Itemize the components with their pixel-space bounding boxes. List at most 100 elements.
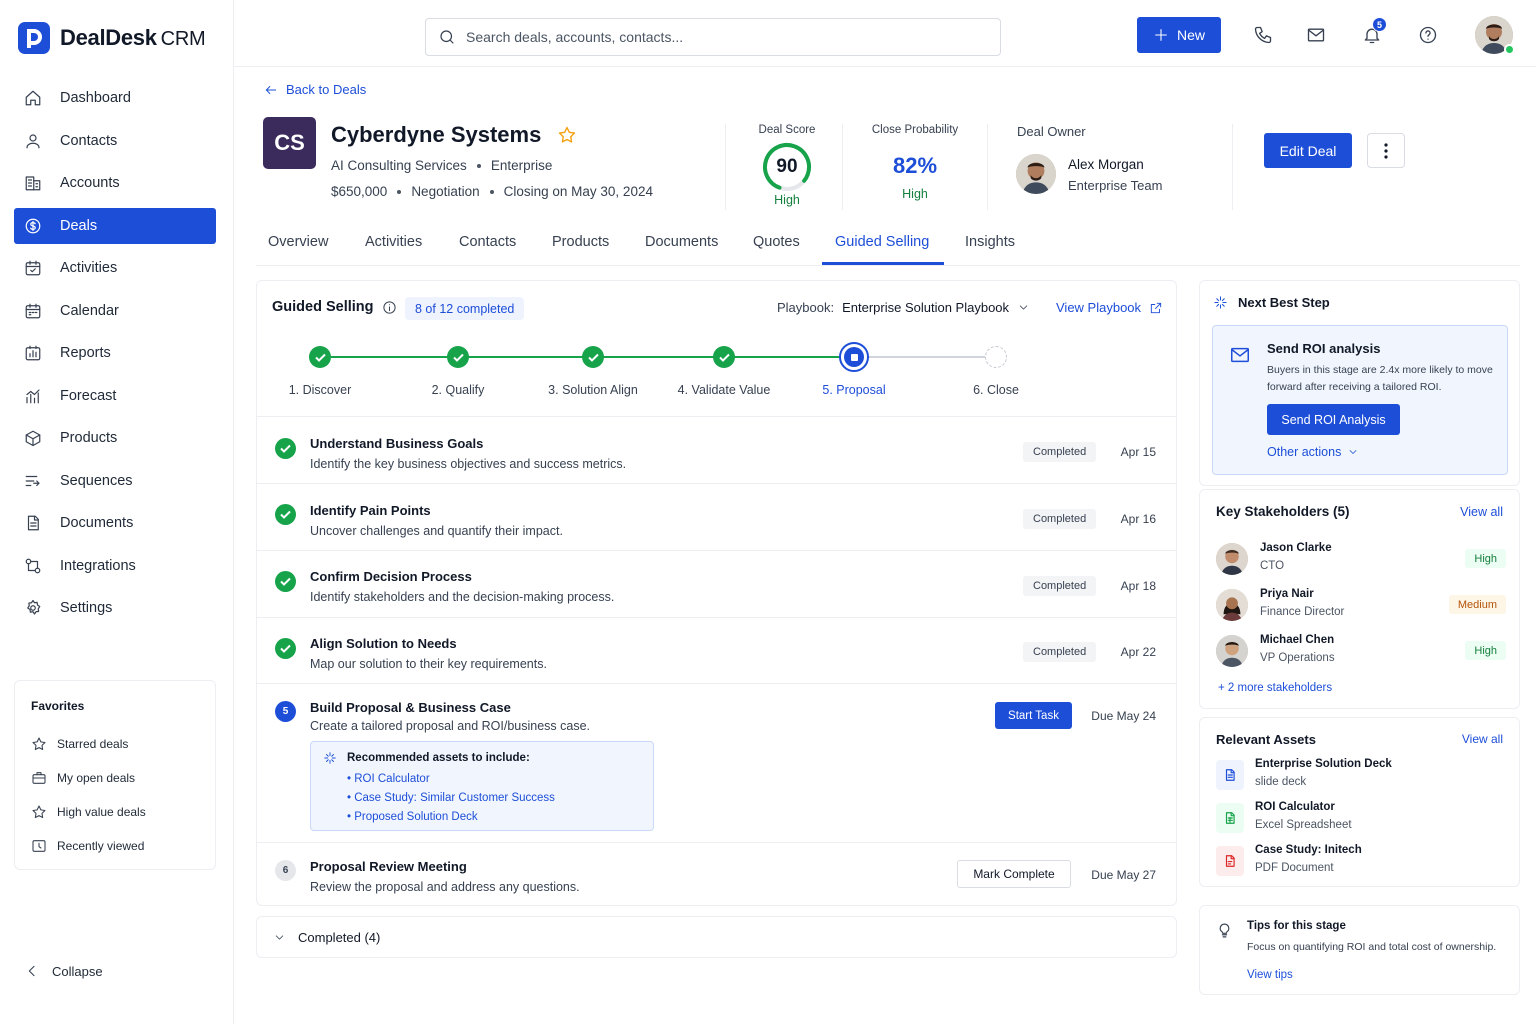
mark-complete-button[interactable]: Mark Complete: [957, 860, 1071, 888]
help-button[interactable]: [1418, 25, 1438, 45]
stakeholder-row[interactable]: Priya Nair Finance Director Medium: [1216, 585, 1506, 625]
relevant-assets-card: Relevant Assets View all Enterprise Solu…: [1199, 717, 1520, 887]
kebab-icon: [1384, 142, 1388, 159]
close-probability-label: Close Probability: [871, 124, 959, 136]
view-tips-link[interactable]: View tips: [1247, 969, 1293, 981]
task-status-badge: Completed: [1023, 509, 1097, 529]
stakeholder-influence-badge: High: [1465, 549, 1506, 568]
asset-name: ROI Calculator: [1255, 801, 1335, 813]
stage-step-qualify[interactable]: [447, 346, 469, 368]
sidebar-item-dashboard[interactable]: Dashboard: [14, 80, 216, 116]
send-roi-analysis-button[interactable]: Send ROI Analysis: [1267, 404, 1400, 435]
stakeholders-title: Key Stakeholders (5): [1216, 504, 1350, 519]
sidebar-item-label: Activities: [60, 260, 118, 276]
sidebar-item-activities[interactable]: Activities: [14, 250, 216, 286]
task-row[interactable]: Align Solution to Needs Map our solution…: [257, 617, 1176, 683]
start-task-button[interactable]: Start Task: [995, 702, 1072, 729]
sidebar-item-integrations[interactable]: Integrations: [14, 548, 216, 584]
task-title: Confirm Decision Process: [310, 569, 472, 584]
tab-products[interactable]: Products: [552, 234, 609, 250]
task-row[interactable]: Confirm Decision Process Identify stakeh…: [257, 550, 1176, 617]
task-row[interactable]: Understand Business Goals Identify the k…: [257, 416, 1176, 483]
stage-step-solution-align[interactable]: [582, 346, 604, 368]
tips-title: Tips for this stage: [1247, 920, 1346, 932]
back-to-deals-link[interactable]: Back to Deals: [264, 82, 366, 97]
tab-quotes[interactable]: Quotes: [753, 234, 800, 250]
star-icon: [32, 805, 46, 819]
stakeholder-row[interactable]: Jason Clarke CTO High: [1216, 539, 1506, 579]
tab-guided-selling[interactable]: Guided Selling: [835, 234, 929, 250]
stage-step-validate-value[interactable]: [713, 346, 735, 368]
sidebar-item-documents[interactable]: Documents: [14, 505, 216, 541]
view-playbook-link[interactable]: View Playbook: [1056, 300, 1163, 315]
search-input[interactable]: [466, 29, 966, 45]
phone-icon: [1254, 26, 1272, 44]
other-actions-label: Other actions: [1267, 445, 1342, 459]
new-button[interactable]: New: [1137, 17, 1221, 53]
info-icon[interactable]: [382, 300, 397, 315]
sidebar-item-forecast[interactable]: Forecast: [14, 378, 216, 414]
brand-suffix: CRM: [160, 28, 206, 50]
stage-step-proposal[interactable]: [839, 342, 869, 372]
stage-step-close[interactable]: [985, 346, 1007, 368]
next-best-step-description: Buyers in this stage are 2.4x more likel…: [1267, 364, 1493, 393]
assets-view-all-link[interactable]: View all: [1462, 732, 1503, 746]
stage-step-discover[interactable]: [309, 346, 331, 368]
check-icon: [280, 644, 291, 653]
favorite-high-value-deals[interactable]: High value deals: [31, 795, 199, 829]
asset-row[interactable]: Enterprise Solution Deck slide deck: [1216, 756, 1506, 796]
mail-button[interactable]: [1306, 25, 1326, 45]
sidebar-item-label: Forecast: [60, 387, 117, 404]
task-date: Apr 18: [1120, 579, 1156, 593]
favorite-starred-deals[interactable]: Starred deals: [31, 727, 199, 761]
phone-button[interactable]: [1253, 25, 1273, 45]
favorite-recently-viewed[interactable]: Recently viewed: [31, 829, 199, 863]
view-playbook-label: View Playbook: [1056, 300, 1142, 315]
home-icon: [25, 90, 41, 106]
sidebar-item-settings[interactable]: Settings: [14, 590, 216, 626]
stakeholder-name: Jason Clarke: [1260, 542, 1332, 554]
recommended-asset-link[interactable]: Case Study: Similar Customer Success: [347, 789, 641, 808]
owner-name: Alex Morgan: [1068, 157, 1144, 172]
edit-deal-button[interactable]: Edit Deal: [1264, 133, 1352, 168]
account-name: Cyberdyne Systems: [331, 122, 542, 147]
sidebar-item-contacts[interactable]: Contacts: [14, 123, 216, 159]
sidebar-nav: Dashboard Contacts Accounts Deals Activi…: [14, 80, 216, 633]
tab-documents[interactable]: Documents: [645, 234, 718, 250]
stakeholders-view-all-link[interactable]: View all: [1460, 505, 1503, 519]
tab-contacts[interactable]: Contacts: [459, 234, 516, 250]
recommended-asset-link[interactable]: Proposed Solution Deck: [347, 808, 641, 827]
more-stakeholders-link[interactable]: + 2 more stakeholders: [1218, 682, 1332, 694]
sidebar-item-label: Deals: [60, 217, 98, 234]
task-row[interactable]: Identify Pain Points Uncover challenges …: [257, 483, 1176, 550]
search-box[interactable]: [425, 18, 1001, 56]
recommended-asset-link[interactable]: ROI Calculator: [347, 770, 641, 789]
sidebar-item-products[interactable]: Products: [14, 420, 216, 456]
asset-row[interactable]: Case Study: Initech PDF Document: [1216, 842, 1506, 882]
stakeholder-row[interactable]: Michael Chen VP Operations High: [1216, 631, 1506, 671]
sidebar-item-label: Sequences: [60, 472, 133, 489]
sidebar-item-calendar[interactable]: Calendar: [14, 293, 216, 329]
sidebar-item-reports[interactable]: Reports: [14, 335, 216, 371]
tab-overview[interactable]: Overview: [268, 234, 328, 250]
more-actions-button[interactable]: [1367, 133, 1405, 168]
tab-insights[interactable]: Insights: [965, 234, 1015, 250]
other-actions-dropdown[interactable]: Other actions: [1267, 445, 1359, 459]
tab-activities[interactable]: Activities: [365, 234, 422, 250]
sidebar-item-deals[interactable]: Deals: [14, 207, 216, 244]
sidebar-item-accounts[interactable]: Accounts: [14, 165, 216, 201]
check-icon: [452, 353, 464, 362]
notifications-button[interactable]: 5: [1362, 17, 1387, 45]
star-icon[interactable]: [557, 125, 577, 145]
next-best-step-title: Next Best Step: [1238, 295, 1330, 310]
sidebar-item-sequences[interactable]: Sequences: [14, 463, 216, 499]
arrow-left-icon: [265, 85, 277, 94]
asset-row[interactable]: ROI Calculator Excel Spreadsheet: [1216, 799, 1506, 839]
collapse-button[interactable]: Collapse: [24, 963, 103, 979]
completed-tasks-toggle[interactable]: Completed (4): [256, 916, 1177, 958]
brand[interactable]: DealDesk CRM: [18, 22, 206, 54]
task-date: Apr 16: [1120, 512, 1156, 526]
favorite-my-open-deals[interactable]: My open deals: [31, 761, 199, 795]
deal-owner-label: Deal Owner: [1017, 124, 1086, 139]
playbook-selector[interactable]: Playbook: Enterprise Solution Playbook: [777, 300, 1030, 315]
